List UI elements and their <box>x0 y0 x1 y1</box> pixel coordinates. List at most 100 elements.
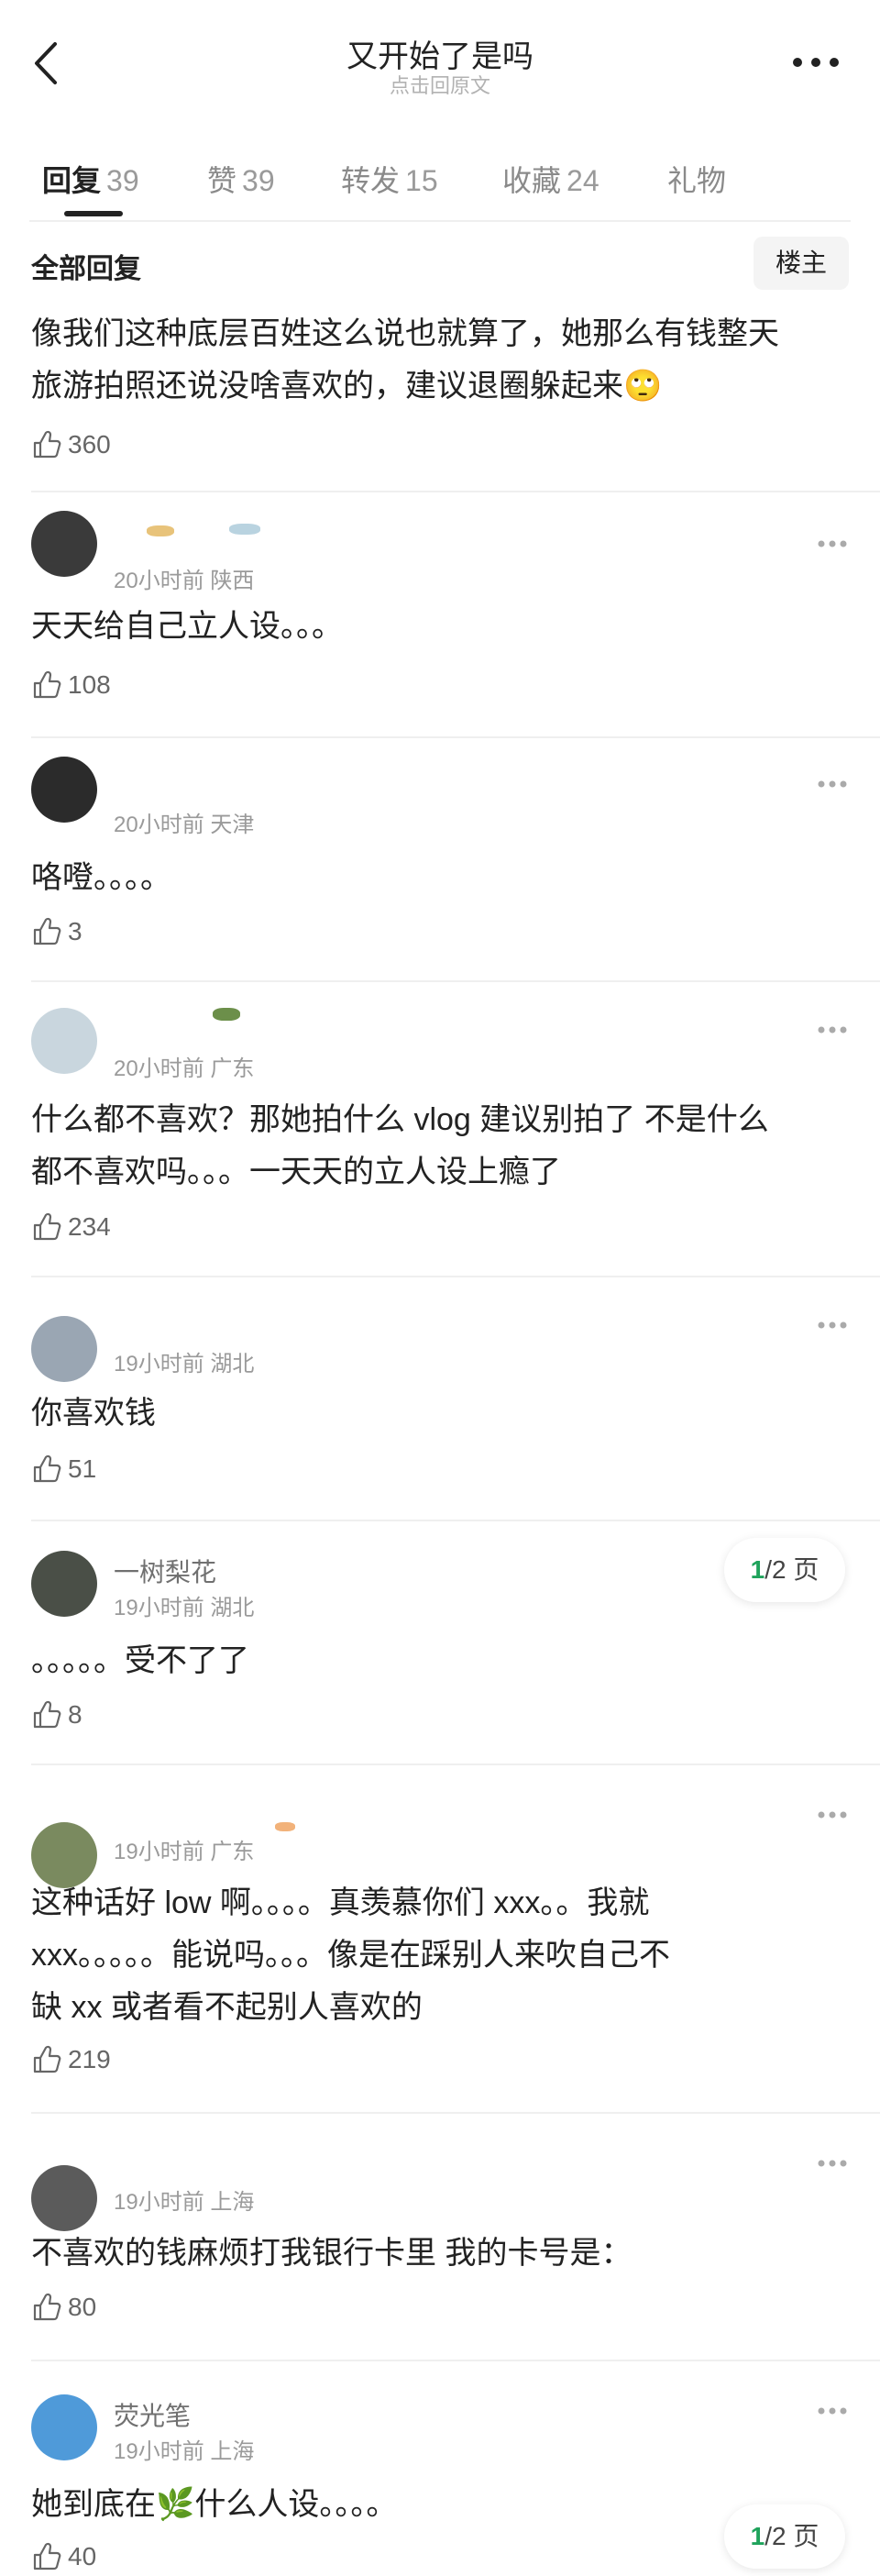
page-indicator[interactable]: 1/2 页 <box>724 1538 845 1602</box>
comment-text: 咯噔。。。。 <box>31 852 838 904</box>
comment-username[interactable]: 荧光笔 <box>114 2396 191 2433</box>
tab-favorites[interactable]: 收藏 24 <box>502 158 600 200</box>
comment-item: 19小时前 湖北 你喜欢钱 51 <box>0 1277 880 1521</box>
view-original-link[interactable]: 点击回原文 <box>0 70 880 99</box>
page-indicator[interactable]: 1/2 页 <box>724 2504 845 2569</box>
comment-text: 什么都不喜欢？那她拍什么 vlog 建议别拍了 不是什么 都不喜欢吗。。。一天天… <box>31 1094 838 1199</box>
comment-text-line: 缺 xx 或者看不起别人喜欢的 <box>31 1990 423 2025</box>
ellipsis-icon[interactable] <box>816 2158 849 2169</box>
comment-text: 不喜欢的钱麻烦打我银行卡里 我的卡号是： <box>31 2228 838 2280</box>
comment-text-line: 咯噔。。。。 <box>31 860 171 895</box>
avatar[interactable] <box>31 1008 97 1074</box>
tab-favorites-label: 收藏 <box>502 164 562 197</box>
avatar[interactable] <box>31 2394 97 2460</box>
comment-text: 她到底在🌿什么人设。。。。 <box>31 2479 838 2531</box>
like-count: 40 <box>68 2542 97 2570</box>
ellipsis-icon[interactable] <box>816 1809 849 1820</box>
like-count: 219 <box>68 2045 111 2073</box>
ellipsis-icon[interactable] <box>816 1024 849 1035</box>
avatar-badge <box>147 525 174 536</box>
active-tab-indicator <box>64 211 123 216</box>
comment-item: 19小时前 上海 不喜欢的钱麻烦打我银行卡里 我的卡号是： 80 <box>0 2114 880 2360</box>
comment-item: 20小时前 天津 咯噔。。。。 3 <box>0 738 880 982</box>
thumbs-up-icon <box>33 1212 61 1241</box>
like-count: 8 <box>68 1700 82 1729</box>
comment-meta: 20小时前 广东 <box>114 1056 255 1081</box>
ellipsis-icon[interactable] <box>816 2405 849 2416</box>
tab-likes-label: 赞 <box>207 164 237 197</box>
thumbs-up-icon <box>33 670 61 699</box>
comment-meta: 20小时前 天津 <box>114 813 255 837</box>
comment-text: 这种话好 low 啊。。。。真羡慕你们 xxx。。我就 xxx。。。。。能说吗。… <box>31 1877 838 2034</box>
comment-meta: 19小时前 上海 <box>114 2190 255 2215</box>
comment-text: 天天给自己立人设。。。 <box>31 601 838 653</box>
comment-meta: 20小时前 陕西 <box>114 569 255 593</box>
comment-meta: 19小时前 广东 <box>114 1840 255 1864</box>
comment-text-line: 这种话好 low 啊。。。。真羡慕你们 xxx。。我就 <box>31 1885 650 1920</box>
comment-text-line: xxx。。。。。能说吗。。。像是在踩别人来吹自己不 <box>31 1938 670 1973</box>
more-dots-icon[interactable] <box>790 55 842 70</box>
ellipsis-icon[interactable] <box>816 1320 849 1331</box>
tab-bar: 回复 39 赞 39 转发 15 收藏 24 礼物 <box>0 138 880 220</box>
avatar[interactable] <box>31 1551 97 1617</box>
comment-text: 。。。。。受不了了 <box>31 1635 838 1687</box>
avatar-badge <box>229 524 260 535</box>
divider <box>29 220 851 222</box>
comment-text-line: 她到底在🌿什么人设。。。。 <box>31 2487 398 2522</box>
ellipsis-icon[interactable] <box>816 779 849 790</box>
comment-username[interactable]: 一树梨花 <box>114 1553 216 1589</box>
top-bar: 又开始了是吗 点击回原文 <box>0 0 880 138</box>
page-total: /2 页 <box>764 2522 820 2550</box>
page-current: 1 <box>750 1555 765 1584</box>
like-count: 108 <box>68 670 111 699</box>
thumbs-up-icon <box>33 2045 61 2073</box>
tab-replies-label: 回复 <box>42 164 102 197</box>
comment-item: 19小时前 广东 这种话好 low 啊。。。。真羡慕你们 xxx。。我就 xxx… <box>0 1765 880 2114</box>
thumbs-up-icon <box>33 917 61 945</box>
comment-meta: 19小时前 湖北 <box>114 1596 255 1620</box>
tab-likes[interactable]: 赞 39 <box>207 158 275 200</box>
tab-favorites-count: 24 <box>566 164 600 197</box>
comment-text: 你喜欢钱 <box>31 1388 838 1440</box>
comment-text-line: 什么都不喜欢？那她拍什么 vlog 建议别拍了 不是什么 <box>31 1102 769 1137</box>
like-count: 3 <box>68 917 82 945</box>
section-title: 全部回复 <box>31 254 141 284</box>
avatar[interactable] <box>31 1316 97 1382</box>
comment-text-line: 你喜欢钱 <box>31 1396 156 1431</box>
tab-likes-count: 39 <box>242 164 275 197</box>
op-filter-button[interactable]: 楼主 <box>754 237 849 290</box>
thumbs-up-icon <box>33 2293 61 2321</box>
avatar-badge <box>275 1822 295 1831</box>
like-count: 51 <box>68 1454 97 1483</box>
tab-gifts-label: 礼物 <box>667 164 727 197</box>
comment-item: 20小时前 广东 什么都不喜欢？那她拍什么 vlog 建议别拍了 不是什么 都不… <box>0 982 880 1277</box>
avatar[interactable] <box>31 757 97 823</box>
ellipsis-icon[interactable] <box>816 538 849 549</box>
comment-meta: 19小时前 湖北 <box>114 1352 255 1376</box>
comment-text-line: 天天给自己立人设。。。 <box>31 609 343 644</box>
page-total: /2 页 <box>764 1555 820 1584</box>
avatar-badge <box>213 1008 240 1021</box>
thumbs-up-icon <box>33 430 61 459</box>
like-count: 80 <box>68 2293 97 2321</box>
avatar[interactable] <box>31 2165 97 2231</box>
page-current: 1 <box>750 2522 765 2550</box>
tab-gifts[interactable]: 礼物 <box>667 158 726 200</box>
like-count: 360 <box>68 430 111 459</box>
thumbs-up-icon <box>33 1700 61 1729</box>
comment-item: 20小时前 陕西 天天给自己立人设。。。 108 <box>0 492 880 738</box>
tab-replies-count: 39 <box>106 164 139 197</box>
comment-item: 荧光笔 19小时前 上海 她到底在🌿什么人设。。。。 1/2 页 40 <box>0 2361 880 2570</box>
comment-text-line: 。。。。。受不了了 <box>31 1643 249 1678</box>
comment-text-line: 都不喜欢吗。。。一天天的立人设上瘾了 <box>31 1155 561 1189</box>
tab-replies[interactable]: 回复 39 <box>42 158 139 200</box>
avatar[interactable] <box>31 511 97 577</box>
like-count: 234 <box>68 1212 111 1241</box>
comment-text-line: 不喜欢的钱麻烦打我银行卡里 我的卡号是： <box>31 2236 632 2271</box>
post-text: 像我们这种底层百姓这么说也就算了，她那么有钱整天 旅游拍照还说没啥喜欢的，建议退… <box>31 308 838 413</box>
tab-reposts-label: 转发 <box>341 164 401 197</box>
tab-reposts-count: 15 <box>405 164 438 197</box>
comment-meta: 19小时前 上海 <box>114 2439 255 2464</box>
tab-reposts[interactable]: 转发 15 <box>341 158 438 200</box>
post-text-line: 像我们这种底层百姓这么说也就算了，她那么有钱整天 <box>31 316 779 351</box>
